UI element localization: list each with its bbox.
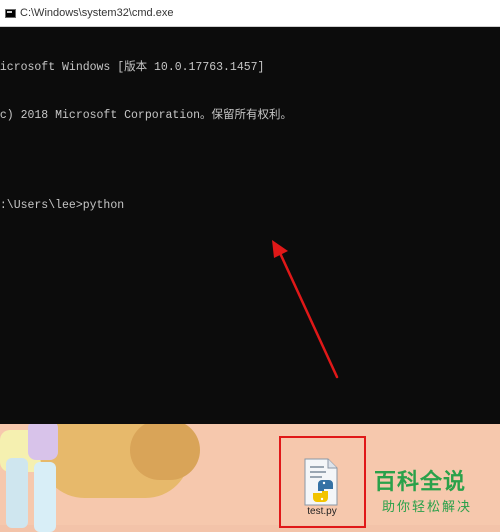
watermark-brand: 百科全说: [374, 470, 467, 495]
console-prompt-line: C:\Users\lee>python: [0, 199, 125, 212]
cmd-titlebar[interactable]: C:\Windows\system32\cmd.exe: [0, 0, 500, 27]
wallpaper-leg-left: [6, 458, 28, 528]
wallpaper-bow: [28, 420, 58, 460]
python-file-icon[interactable]: [300, 458, 342, 506]
wallpaper-leg-right: [34, 462, 56, 532]
cmd-window-icon: [5, 9, 16, 18]
file-label[interactable]: test.py: [289, 506, 355, 517]
window-title: C:\Windows\system32\cmd.exe: [20, 7, 174, 19]
cmd-window[interactable]: C:\Windows\system32\cmd.exe Microsoft Wi…: [0, 0, 500, 424]
watermark-slogan: 助你轻松解决: [382, 500, 473, 515]
wallpaper-hair-curl: [130, 420, 200, 480]
console-line: (c) 2018 Microsoft Corporation。保留所有权利。: [0, 109, 293, 122]
console-line: Microsoft Windows [版本 10.0.17763.1457]: [0, 61, 265, 74]
watermark: 百科全说 助你轻松解决: [368, 460, 500, 525]
console-output[interactable]: Microsoft Windows [版本 10.0.17763.1457] (…: [0, 28, 498, 246]
